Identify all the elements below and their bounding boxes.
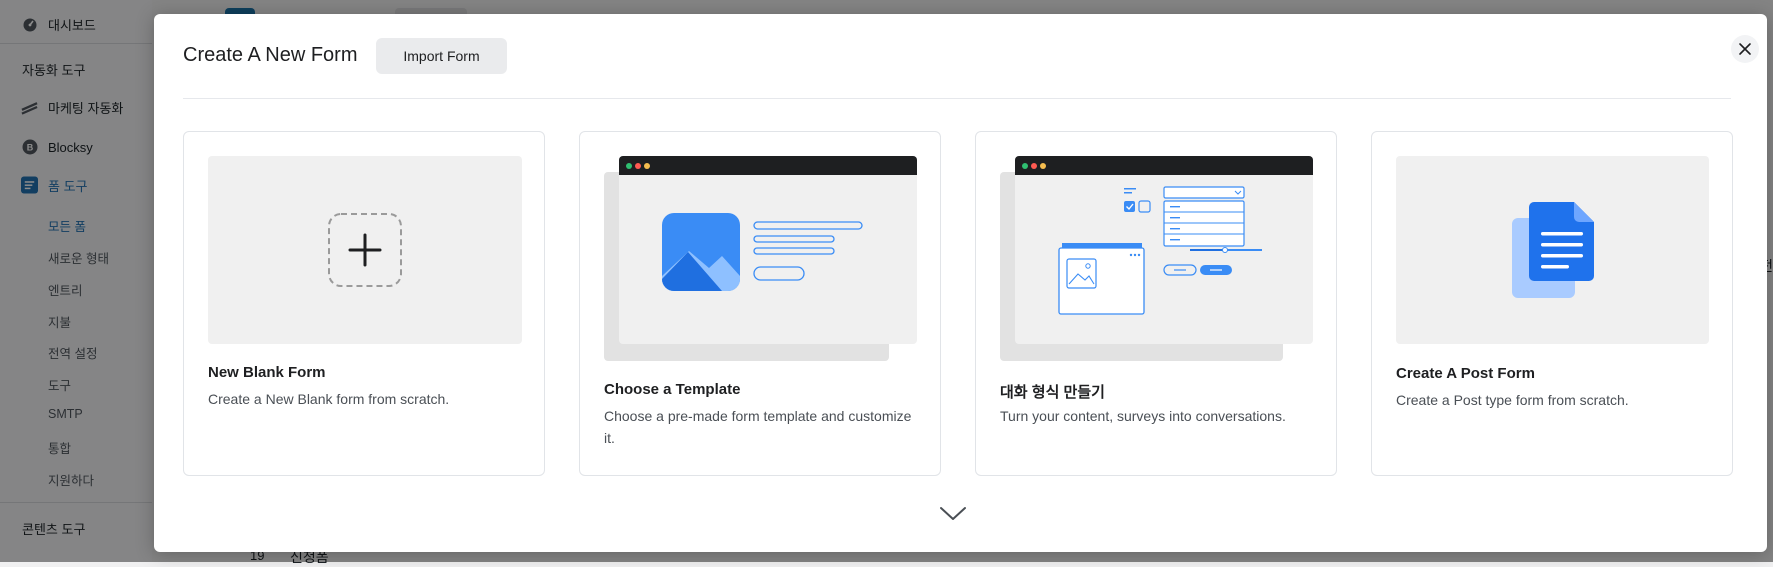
card-title: 대화 형식 만들기 <box>1000 384 1105 401</box>
scroll-more-button[interactable] <box>938 502 968 524</box>
card-title: Choose a Template <box>604 381 741 398</box>
modal-divider <box>183 98 1731 99</box>
card-description: Create a New Blank form from scratch. <box>208 391 450 407</box>
import-form-button[interactable]: Import Form <box>376 38 507 74</box>
card-title: New Blank Form <box>208 364 326 381</box>
modal-title: Create A New Form <box>183 44 358 66</box>
blank-form-illustration <box>208 156 522 344</box>
conversational-illustration <box>1000 156 1313 361</box>
close-button[interactable] <box>1731 35 1759 63</box>
close-icon <box>1739 43 1751 55</box>
card-conversational-form[interactable]: 대화 형식 만들기 Turn your content, surveys int… <box>975 131 1337 476</box>
card-description: Turn your content, surveys into conversa… <box>1000 408 1286 424</box>
image-icon <box>662 213 740 291</box>
card-title: Create A Post Form <box>1396 365 1535 382</box>
template-illustration <box>604 156 917 361</box>
card-choose-template[interactable]: Choose a Template Choose a pre-made form… <box>579 131 941 476</box>
card-description: Choose a pre-made form template and cust… <box>604 408 912 446</box>
create-form-modal: Create A New Form Import Form New Blank … <box>154 14 1767 552</box>
card-post-form[interactable]: Create A Post Form Create a Post type fo… <box>1371 131 1733 476</box>
card-new-blank-form[interactable]: New Blank Form Create a New Blank form f… <box>183 131 545 476</box>
card-description: Create a Post type form from scratch. <box>1396 392 1629 408</box>
post-form-illustration <box>1396 156 1709 344</box>
chevron-down-icon <box>940 507 966 520</box>
